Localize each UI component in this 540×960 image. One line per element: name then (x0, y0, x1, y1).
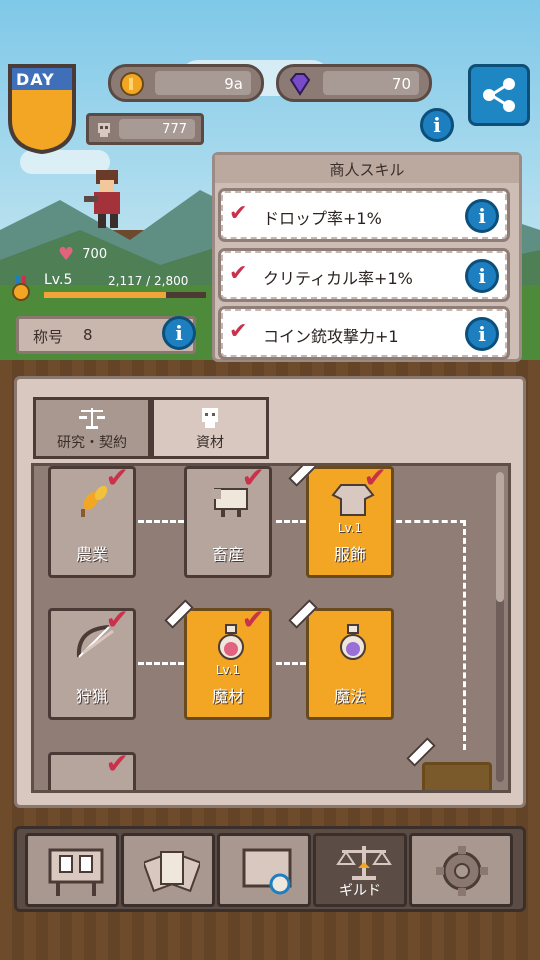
title-label: 称号 (33, 328, 64, 346)
node-label: 魔法 (333, 687, 366, 706)
nav-settings-button[interactable] (409, 833, 513, 907)
skull-icon (98, 123, 110, 137)
connector (138, 662, 184, 665)
node-label: 農業 (75, 545, 108, 564)
heart-icon: ♥ (58, 244, 75, 265)
coin-icon (120, 72, 144, 96)
node-label: 畜産 (211, 545, 244, 564)
skill-label: クリティカル率+1% (263, 269, 413, 288)
info-icon[interactable]: i (420, 108, 454, 142)
tree-node-clothing[interactable]: Lv.1 ✔ 服飾 (306, 466, 394, 578)
map-icon (242, 848, 292, 895)
merchant-skills-panel: 商人スキル ✔ ドロップ率+1% i ✔ クリティカル率+1% i ✔ コイン銃… (212, 152, 522, 362)
info-icon[interactable]: i (465, 199, 499, 233)
check-icon: ✔ (241, 463, 265, 494)
skill-tree[interactable]: ✔ 農業 ✔ 畜産 Lv.1 ✔ 服飾 ✔ 狩猟 Lv.1 ✔ 魔材 魔法 ✔ (31, 463, 511, 793)
xp-text: 2,117 / 2,800 (108, 274, 189, 288)
title-info-icon[interactable]: i (162, 316, 196, 350)
check-icon: ✔ (105, 603, 129, 636)
skill-label: コイン銃攻撃力+1 (263, 327, 399, 346)
check-icon: ✔ (229, 261, 248, 286)
day-badge[interactable]: DAY (6, 62, 78, 155)
skill-row[interactable]: ✔ クリティカル率+1% i (218, 248, 510, 302)
title-value: 8 (83, 326, 93, 344)
connector (276, 662, 306, 665)
tab-label: 資材 (196, 435, 224, 451)
check-icon: ✔ (241, 603, 265, 636)
hp-value: 700 (82, 247, 108, 262)
medal-icon (12, 276, 30, 301)
connector (138, 520, 184, 523)
scales-icon (79, 408, 105, 429)
nav-guild-button[interactable]: ギルド (313, 833, 407, 907)
day-label: DAY (16, 70, 55, 89)
tree-node-partial[interactable]: ✔ (48, 747, 136, 790)
tree-node-magic[interactable]: 魔法 (306, 608, 394, 720)
hero-sprite (84, 170, 120, 228)
scrollbar-thumb[interactable] (496, 472, 504, 602)
check-icon: ✔ (105, 747, 129, 780)
gem-counter: 70 (276, 64, 432, 102)
tree-node-hunting[interactable]: ✔ 狩猟 (48, 603, 136, 720)
skill-row[interactable]: ✔ コイン銃攻撃力+1 i (218, 306, 510, 360)
population-counter: 777 (86, 113, 204, 145)
shop-board-icon (48, 848, 104, 896)
info-icon[interactable]: i (465, 317, 499, 351)
node-label: 狩猟 (75, 687, 108, 706)
tree-scrollbar[interactable] (496, 472, 504, 782)
skill-label: ドロップ率+1% (263, 209, 382, 228)
node-level: Lv.1 (215, 663, 241, 677)
tree-node-livestock[interactable]: ✔ 畜産 (184, 466, 272, 578)
share-icon (483, 78, 515, 112)
check-icon: ✔ (229, 201, 248, 226)
tree-node-magic-material[interactable]: Lv.1 ✔ 魔材 (184, 603, 272, 720)
info-icon[interactable]: i (465, 259, 499, 293)
level-label: Lv.5 (44, 272, 73, 288)
research-panel: 研究・契約 資材 ✔ 農業 ✔ 畜産 Lv.1 ✔ 服飾 ✔ 狩猟 Lv.1 ✔… (14, 376, 526, 808)
check-icon: ✔ (105, 463, 129, 494)
magic-potion-icon (340, 624, 366, 660)
level-display: Lv.5 2,117 / 2,800 (10, 272, 210, 306)
connector (276, 520, 306, 523)
node-level: Lv.1 (337, 521, 363, 535)
population-value: 777 (119, 119, 195, 139)
xp-bar (44, 292, 206, 298)
cards-icon (144, 851, 200, 893)
coin-counter: 9a (108, 64, 264, 102)
node-label: 服飾 (333, 545, 366, 564)
tree-node-agriculture[interactable]: ✔ 農業 (48, 466, 136, 578)
tab-materials[interactable]: 資材 (151, 397, 269, 459)
tab-label: 研究・契約 (57, 435, 127, 451)
gem-value: 70 (323, 71, 419, 95)
share-button[interactable] (468, 64, 530, 126)
nav-map-button[interactable] (217, 833, 311, 907)
xp-bar-fill (44, 292, 166, 298)
check-icon: ✔ (363, 463, 387, 494)
nav-cards-button[interactable] (121, 833, 215, 907)
gem-icon (289, 73, 311, 96)
coin-value: 9a (155, 71, 251, 95)
skull-icon (202, 408, 218, 428)
skill-row[interactable]: ✔ ドロップ率+1% i (218, 188, 510, 242)
tree-node-locked[interactable] (422, 762, 492, 790)
check-icon: ✔ (229, 319, 248, 344)
bottom-nav: ギルド (14, 826, 526, 912)
hp-display: ♥ 700 (58, 244, 178, 266)
nav-shop-button[interactable] (25, 833, 119, 907)
connector (396, 520, 466, 750)
nav-guild-label: ギルド (339, 883, 381, 899)
guild-scales-icon (336, 846, 392, 880)
node-label: 魔材 (211, 687, 244, 706)
gear-icon (436, 846, 488, 896)
tab-research-contract[interactable]: 研究・契約 (33, 397, 151, 459)
skills-heading: 商人スキル (215, 155, 519, 183)
